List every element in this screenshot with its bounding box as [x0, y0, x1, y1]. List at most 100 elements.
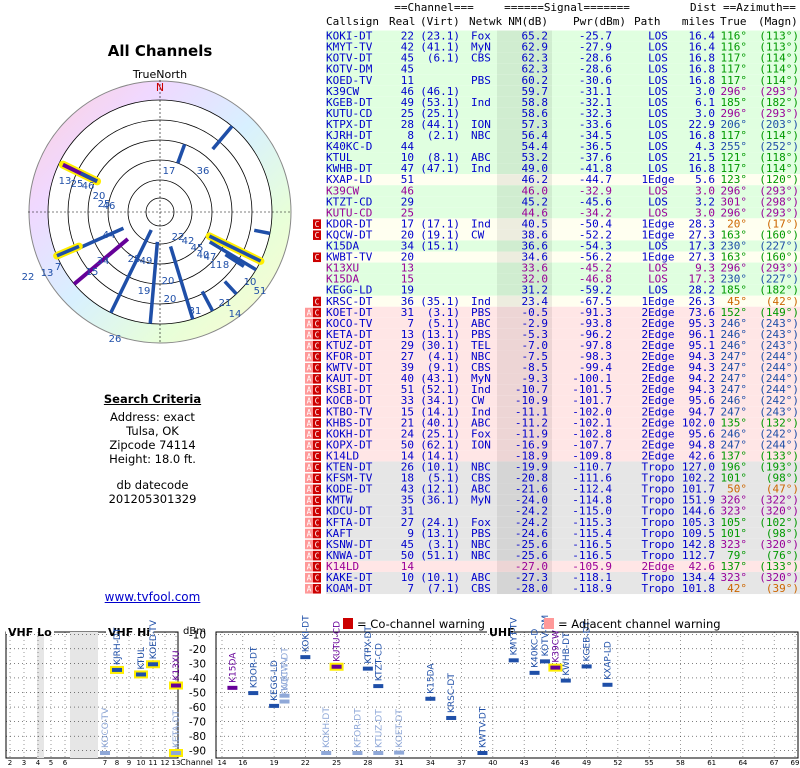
adjacent-mark: A — [307, 386, 312, 395]
col-header-pwr: Pwr(dBm) — [573, 15, 626, 28]
adjacent-mark: A — [307, 507, 312, 516]
x-tick-label: 2 — [8, 759, 12, 767]
cell-virt: (2.1) — [427, 129, 460, 142]
adjacent-swatch — [544, 618, 554, 629]
station-marker — [321, 751, 332, 755]
station-marker — [279, 699, 290, 704]
cochannel-mark: C — [315, 330, 320, 339]
channel-group-header: ==Channel=== — [394, 1, 474, 14]
station-label: KETA-DT — [172, 709, 182, 748]
station-label: KOET-DT — [395, 709, 405, 748]
x-tick-label: 13 — [172, 759, 181, 767]
x-tick-label: 7 — [103, 759, 107, 767]
adjacent-mark: A — [307, 397, 312, 406]
station-marker — [602, 682, 613, 687]
cochannel-mark: C — [315, 397, 320, 406]
station-marker — [529, 670, 540, 675]
cell-azimuth-true: 42° — [727, 582, 747, 595]
station-marker — [300, 655, 311, 660]
cell-netwk: NBC — [471, 129, 491, 142]
station-marker — [550, 665, 561, 670]
station-label: KRSC-DT — [447, 673, 457, 713]
cochannel-mark: C — [315, 308, 320, 317]
y-tick-label: -40 — [189, 673, 206, 685]
adjacent-mark: A — [307, 529, 312, 538]
cell-netwk: PBS — [471, 74, 491, 87]
x-tick-label: 31 — [395, 759, 404, 767]
cochannel-mark: C — [315, 419, 320, 428]
cochannel-mark: C — [315, 375, 320, 384]
cell-netwk: NBC — [471, 549, 491, 562]
station-label: KTUL — [137, 647, 147, 669]
y-tick-label: -60 — [189, 702, 206, 714]
x-tick-label: 3 — [22, 759, 26, 767]
cochannel-mark: C — [315, 518, 320, 527]
x-tick-label: 46 — [551, 759, 560, 767]
col-header-magn: (Magn) — [758, 15, 798, 28]
adjacent-mark: A — [307, 308, 312, 317]
x-tick-label: 55 — [645, 759, 654, 767]
station-marker — [373, 751, 384, 755]
col-header-real: Real — [389, 15, 416, 28]
cell-virt: (6.1) — [427, 52, 460, 65]
station-marker — [394, 750, 405, 755]
x-tick-label: 61 — [707, 759, 716, 767]
cochannel-mark: C — [315, 485, 320, 494]
adjacent-mark: A — [307, 441, 312, 450]
azimuth-group-header: ==Azimuth== — [723, 1, 796, 14]
x-tick-label: 12 — [161, 759, 170, 767]
adjacent-mark: A — [307, 341, 312, 350]
station-marker — [331, 664, 342, 669]
cochannel-mark: C — [315, 562, 320, 571]
station-marker — [373, 684, 384, 689]
adjacent-mark: A — [307, 419, 312, 428]
cochannel-mark: C — [315, 430, 320, 439]
adjacent-mark: A — [307, 408, 312, 417]
cochannel-mark: C — [315, 474, 320, 483]
adjacent-mark: A — [307, 585, 312, 594]
station-marker — [171, 683, 181, 688]
cochannel-mark: C — [315, 341, 320, 350]
x-tick-label: 37 — [457, 759, 466, 767]
station-label: KQCW-DT — [281, 647, 291, 691]
x-tick-label: 9 — [127, 759, 131, 767]
cell-real: 7 — [407, 582, 414, 595]
station-marker — [248, 691, 259, 696]
y-tick-label: -50 — [189, 688, 206, 700]
station-marker — [477, 751, 488, 755]
col-header-nm: NM(dB) — [508, 15, 548, 28]
y-tick-label: -80 — [189, 731, 206, 743]
adjacent-mark: A — [307, 540, 312, 549]
channel-table: ==Channel=== ======Signal======= Dist ==Azi… — [305, 1, 800, 595]
x-tick-label: 19 — [270, 759, 279, 767]
station-marker — [136, 672, 146, 677]
signal-group-header: ======Signal======= — [504, 1, 630, 14]
station-label: KTUZ-DT — [374, 709, 384, 748]
station-marker — [100, 751, 110, 755]
adjacent-mark: A — [307, 430, 312, 439]
x-tick-label: 49 — [582, 759, 591, 767]
cell-nm: -28.0 — [515, 582, 548, 595]
adjacent-mark: A — [307, 330, 312, 339]
y-tick-label: -20 — [189, 644, 206, 656]
cell-path: Tropo — [641, 582, 674, 595]
station-marker — [112, 667, 122, 672]
cell-netwk: CBS — [471, 52, 491, 65]
adjacent-mark: A — [307, 574, 312, 583]
x-tick-label: 28 — [363, 759, 372, 767]
cochannel-swatch — [343, 618, 353, 629]
cochannel-mark: C — [315, 585, 320, 594]
cochannel-mark: C — [315, 551, 320, 560]
cell-netwk: ION — [471, 438, 491, 451]
station-label: KUTU-CD — [333, 621, 343, 662]
col-header-miles: miles — [682, 15, 715, 28]
x-tick-label: 64 — [738, 759, 747, 767]
adjacent-mark: A — [307, 496, 312, 505]
channel-gap-shade — [37, 632, 44, 758]
x-tick-label: 11 — [149, 759, 158, 767]
col-header-virt: (Virt) — [420, 15, 460, 28]
cochannel-mark: C — [315, 319, 320, 328]
cochannel-mark: C — [315, 507, 320, 516]
x-tick-label: 10 — [137, 759, 146, 767]
col-header-path: Path — [634, 15, 661, 28]
